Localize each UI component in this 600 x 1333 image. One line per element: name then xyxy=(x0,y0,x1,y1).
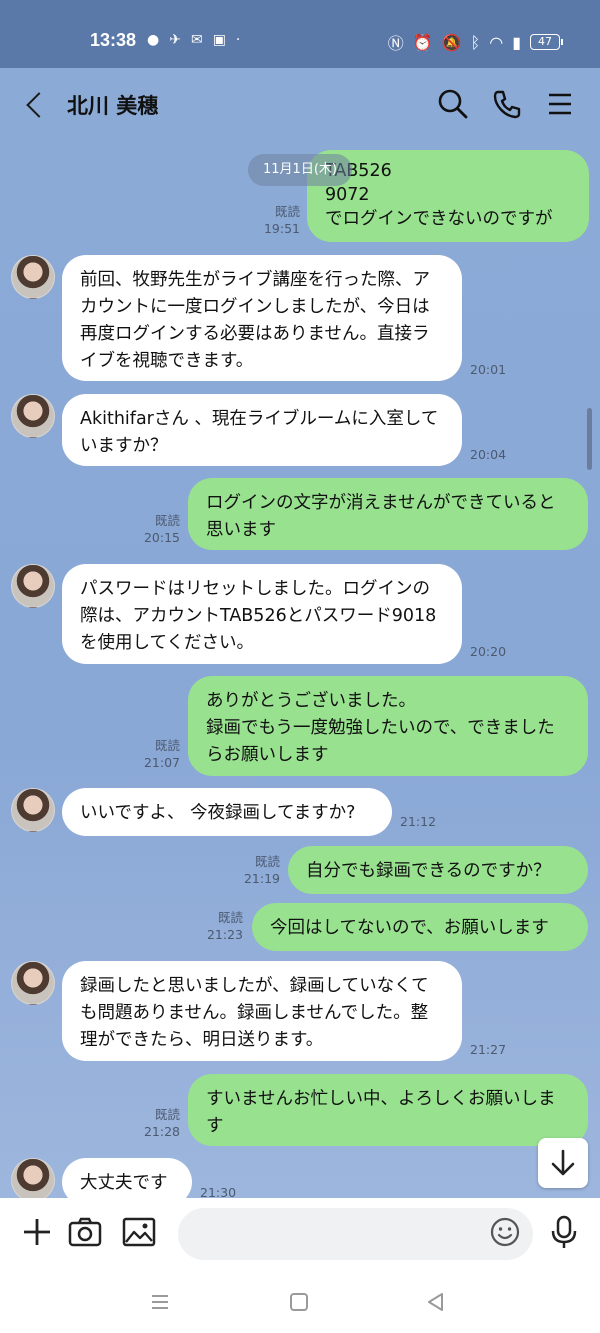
notification-icons: ● ✈ ✉ ▣ · xyxy=(147,32,240,48)
my-message-bubble[interactable]: すいませんお忙しい中、よろしくお願いします xyxy=(188,1074,588,1146)
message-time: 20:04 xyxy=(470,447,507,462)
phone-icon[interactable] xyxy=(489,86,525,122)
date-separator: 11月1日(木) xyxy=(248,154,352,186)
emoji-icon[interactable] xyxy=(485,1212,525,1252)
camera-icon[interactable] xyxy=(65,1212,105,1252)
status-bar: 13:38 ● ✈ ✉ ▣ · Ⓝ ⏰ 🔕 ᛒ ◠ ▮ 47 xyxy=(0,0,600,68)
microphone-icon[interactable] xyxy=(544,1212,584,1252)
avatar[interactable] xyxy=(11,255,55,299)
message-input[interactable] xyxy=(178,1208,533,1260)
app2-notification-icon: ▣ xyxy=(212,32,226,48)
app-notification-icon: ✈ xyxy=(169,32,181,48)
avatar[interactable] xyxy=(11,1158,55,1198)
message-time: 21:27 xyxy=(470,1042,507,1057)
recent-apps-icon[interactable] xyxy=(146,1288,174,1316)
wifi-icon: ◠ xyxy=(489,32,504,52)
message-time: 20:20 xyxy=(470,644,507,659)
status-time: 13:38 xyxy=(90,30,137,50)
read-receipt: 既読 21:28 xyxy=(143,1107,180,1139)
system-icons: Ⓝ ⏰ 🔕 ᛒ ◠ ▮ 47 xyxy=(387,30,563,54)
back-nav-icon[interactable] xyxy=(422,1288,450,1316)
contact-name: 北川 美穗 xyxy=(67,94,159,118)
my-message-bubble[interactable]: 自分でも録画できるのですか？ xyxy=(288,846,588,894)
my-message-bubble[interactable]: ログインの文字が消えませんができていると思います xyxy=(188,478,588,550)
line-notification-icon: ● xyxy=(147,32,160,48)
read-receipt: 既読 21:23 xyxy=(206,910,243,942)
system-nav-bar xyxy=(0,1270,600,1333)
avatar[interactable] xyxy=(11,788,55,832)
their-message-bubble[interactable]: 前回、牧野先生がライブ講座を行った際、アカウントに一度ログインしましたが、今日は… xyxy=(62,255,462,381)
mute-icon: 🔕 xyxy=(441,32,462,52)
nfc-icon: Ⓝ xyxy=(387,34,404,53)
read-receipt: 既読 19:51 xyxy=(263,204,300,236)
chat-area[interactable]: 北川 美穗 TAB526 9072 でログインできないのですが 11月1日(木)… xyxy=(0,68,600,1198)
alarm-icon: ⏰ xyxy=(412,32,433,52)
mail-notification-icon: ✉ xyxy=(190,32,203,48)
home-icon[interactable] xyxy=(285,1288,313,1316)
avatar[interactable] xyxy=(11,394,55,438)
chevron-down-icon[interactable] xyxy=(538,1138,588,1188)
their-message-bubble[interactable]: 録画したと思いましたが、録画していなくても問題ありません。録画しませんでした。整… xyxy=(62,961,462,1061)
battery-icon: 47 xyxy=(530,34,563,50)
read-receipt: 既読 21:07 xyxy=(143,738,180,770)
read-receipt: 既読 20:15 xyxy=(143,513,180,545)
signal-icon: ▮ xyxy=(512,32,521,52)
my-message-bubble[interactable]: ありがとうございました。 録画でもう一度勉強したいので、できましたらお願いします xyxy=(188,676,588,776)
my-message-bubble[interactable]: 今回はしてないので、お願いします xyxy=(252,903,588,951)
avatar[interactable] xyxy=(11,961,55,1005)
chat-header: 北川 美穗 xyxy=(0,68,600,140)
chevron-left-icon[interactable] xyxy=(22,86,52,122)
avatar[interactable] xyxy=(11,564,55,608)
their-message-bubble[interactable]: Akithifarさん 、現在ライブルームに入室していますか？ xyxy=(62,394,462,466)
their-message-bubble[interactable]: パスワードはリセットしました。ログインの際は、アカウントTAB526とパスワード… xyxy=(62,564,462,664)
plus-icon[interactable] xyxy=(17,1212,57,1252)
message-input-bar xyxy=(0,1198,600,1270)
message-time: 21:12 xyxy=(400,814,437,829)
read-receipt: 既読 21:19 xyxy=(243,854,280,886)
hamburger-menu-icon[interactable] xyxy=(542,86,578,122)
message-time: 21:30 xyxy=(200,1185,237,1198)
image-icon[interactable] xyxy=(119,1212,159,1252)
scrollbar-thumb[interactable] xyxy=(587,408,592,470)
app3-notification-icon: · xyxy=(235,32,241,48)
bluetooth-icon: ᛒ xyxy=(470,32,481,52)
search-icon[interactable] xyxy=(435,86,471,122)
message-time: 20:01 xyxy=(470,362,507,377)
their-message-bubble[interactable]: いいですよ、 今夜録画してますか? xyxy=(62,788,392,836)
their-message-bubble[interactable]: 大丈夫です xyxy=(62,1158,192,1198)
